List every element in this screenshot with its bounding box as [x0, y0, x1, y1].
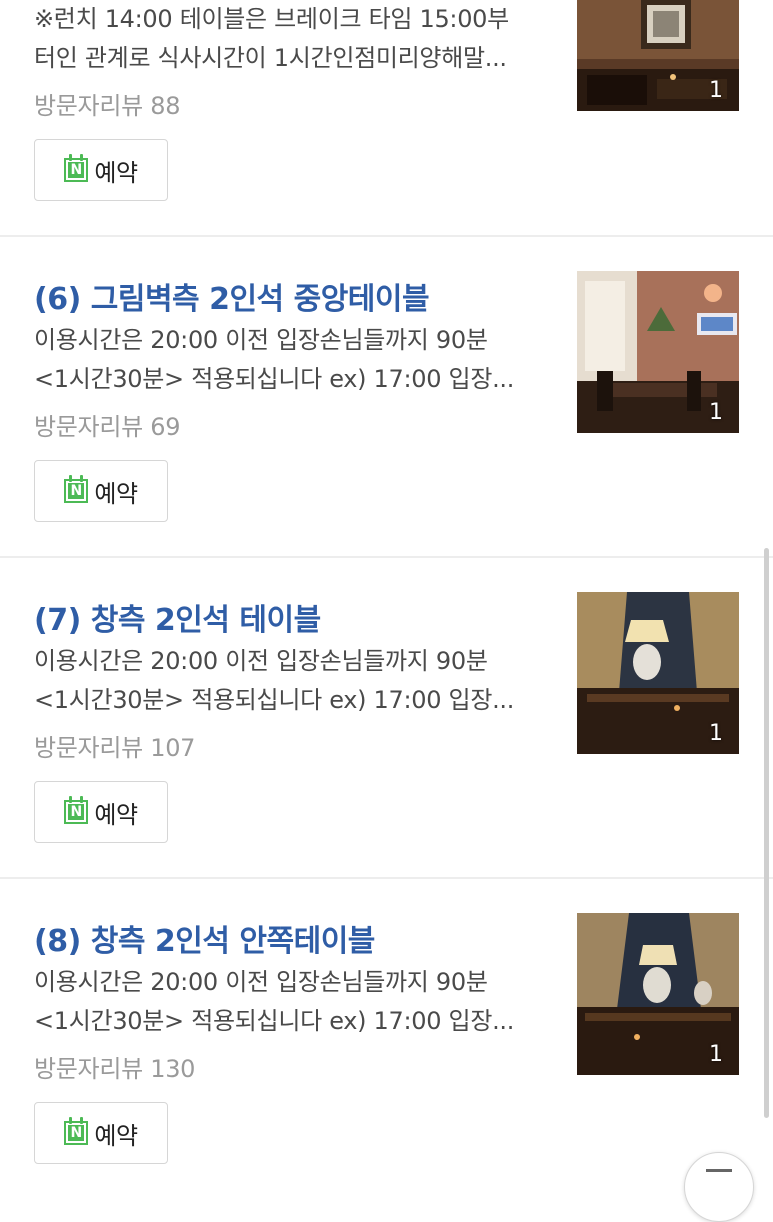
scrollbar[interactable]: [764, 548, 769, 1118]
photo-count: 1: [709, 400, 723, 425]
menu-icon: [706, 1169, 732, 1172]
item-title[interactable]: (6) 그림벽측 2인석 중앙테이블: [34, 274, 430, 318]
item-description-line1: ※런치 14:00 테이블은 브레이크 타임 15:00부: [34, 5, 509, 33]
reserve-button-label: 예약: [94, 1121, 138, 1150]
item-description-line2: <1시간30분> 적용되십니다 ex) 17:00 입장...: [34, 1007, 515, 1035]
item-description-line1: 이용시간은 20:00 이전 입장손님들까지 90분: [34, 647, 488, 675]
visitor-review-count: 방문자리뷰 88: [34, 92, 181, 120]
list-item: (8) 창측 2인석 안쪽테이블 이용시간은 20:00 이전 입장손님들까지 …: [0, 879, 773, 1199]
list-item: (6) 그림벽측 2인석 중앙테이블 이용시간은 20:00 이전 입장손님들까…: [0, 237, 773, 558]
item-title[interactable]: (7) 창측 2인석 테이블: [34, 595, 321, 639]
item-description-line1: 이용시간은 20:00 이전 입장손님들까지 90분: [34, 326, 488, 354]
naver-calendar-icon: N: [64, 475, 89, 503]
item-photo[interactable]: 1: [577, 271, 739, 433]
item-photo[interactable]: 1: [577, 0, 739, 111]
visitor-review-count: 방문자리뷰 69: [34, 413, 181, 441]
naver-calendar-icon: N: [64, 1117, 89, 1145]
reserve-button[interactable]: N 예약: [34, 460, 168, 522]
item-photo[interactable]: 1: [577, 913, 739, 1075]
item-description-line2: 터인 관계로 식사시간이 1시간인점미리양해말...: [34, 44, 507, 72]
reserve-button-label: 예약: [94, 479, 138, 508]
item-photo[interactable]: 1: [577, 592, 739, 754]
floating-menu-button[interactable]: [684, 1152, 754, 1222]
naver-calendar-icon: N: [64, 154, 89, 182]
reserve-button[interactable]: N 예약: [34, 1102, 168, 1164]
reserve-button-label: 예약: [94, 158, 138, 187]
list-item: ※런치 14:00 테이블은 브레이크 타임 15:00부 터인 관계로 식사시…: [0, 0, 773, 237]
item-description-line2: <1시간30분> 적용되십니다 ex) 17:00 입장...: [34, 686, 515, 714]
reserve-button[interactable]: N 예약: [34, 139, 168, 201]
item-title[interactable]: (8) 창측 2인석 안쪽테이블: [34, 916, 375, 960]
visitor-review-count: 방문자리뷰 107: [34, 734, 196, 762]
photo-count: 1: [709, 721, 723, 746]
visitor-review-count: 방문자리뷰 130: [34, 1055, 196, 1083]
item-description-line2: <1시간30분> 적용되십니다 ex) 17:00 입장...: [34, 365, 515, 393]
photo-count: 1: [709, 1042, 723, 1067]
reserve-button[interactable]: N 예약: [34, 781, 168, 843]
photo-count: 1: [709, 78, 723, 103]
naver-calendar-icon: N: [64, 796, 89, 824]
reserve-button-label: 예약: [94, 800, 138, 829]
list-item: (7) 창측 2인석 테이블 이용시간은 20:00 이전 입장손님들까지 90…: [0, 558, 773, 879]
item-description-line1: 이용시간은 20:00 이전 입장손님들까지 90분: [34, 968, 488, 996]
